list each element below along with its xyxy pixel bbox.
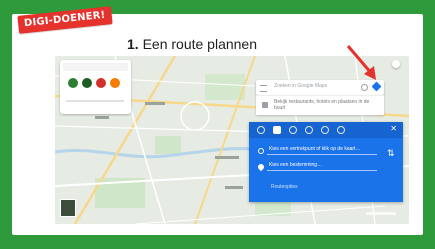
destination-placeholder: Kies een bestemming…	[269, 162, 323, 168]
start-field[interactable]: Kies een vertrekpunt of klik op de kaart…	[267, 146, 377, 155]
page-title: 1. Een route plannen	[127, 36, 257, 52]
title-text: Een route plannen	[142, 36, 258, 52]
car-icon[interactable]	[273, 126, 281, 134]
title-number: 1.	[127, 36, 139, 52]
maps-search-box[interactable]: Zoeken in Google Maps	[256, 80, 384, 95]
route-options-link[interactable]: Routeopties	[271, 184, 298, 190]
directions-panel: ✕ Kies een vertrekpunt of klik op de kaa…	[249, 122, 403, 202]
bicycle-icon[interactable]	[321, 126, 329, 134]
travel-mode-bar: ✕	[249, 122, 403, 138]
suggestion-icon	[262, 102, 268, 108]
mini-search-bar[interactable]	[63, 63, 128, 71]
swap-icon[interactable]: ⇅	[387, 150, 395, 159]
transport-option-1[interactable]	[68, 78, 78, 88]
destination-pin-icon	[256, 162, 266, 172]
map-scale-bar	[366, 212, 396, 215]
layers-thumbnail[interactable]	[60, 199, 76, 217]
search-placeholder: Zoeken in Google Maps	[274, 83, 328, 89]
flight-icon[interactable]	[337, 126, 345, 134]
divider	[66, 100, 124, 102]
directions-icon[interactable]	[371, 81, 382, 92]
close-icon[interactable]: ✕	[390, 125, 397, 133]
start-point-icon	[258, 148, 264, 154]
start-placeholder: Kies een vertrekpunt of klik op de kaart…	[269, 146, 361, 152]
search-icon[interactable]	[361, 84, 368, 91]
search-suggestion[interactable]: Bekijk restaurants, hotels en plaatsen i…	[256, 95, 384, 115]
account-icon[interactable]	[392, 60, 400, 68]
best-route-icon[interactable]	[257, 126, 265, 134]
destination-field[interactable]: Kies een bestemming…	[267, 162, 377, 171]
transport-panel	[60, 60, 131, 114]
suggestion-text: Bekijk restaurants, hotels en plaatsen i…	[274, 99, 370, 111]
transport-option-2[interactable]	[82, 78, 92, 88]
transport-option-3[interactable]	[96, 78, 106, 88]
walk-icon[interactable]	[305, 126, 313, 134]
transport-option-4[interactable]	[110, 78, 120, 88]
menu-icon[interactable]	[260, 85, 267, 92]
red-arrow-icon	[346, 45, 376, 80]
transit-icon[interactable]	[289, 126, 297, 134]
